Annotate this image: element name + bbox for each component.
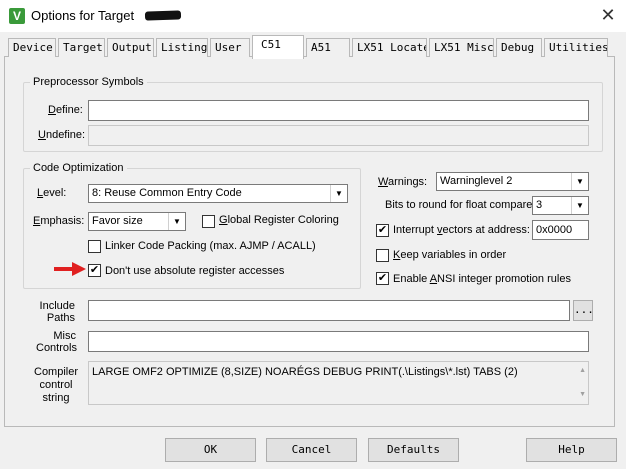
global-register-coloring-checkbox[interactable] bbox=[202, 215, 215, 228]
emphasis-select[interactable]: Favor size ▼ bbox=[88, 212, 186, 231]
scroll-up-icon: ▲ bbox=[579, 367, 586, 374]
chevron-down-icon: ▼ bbox=[571, 173, 588, 190]
compiler-control-string: LARGE OMF2 OPTIMIZE (8,SIZE) NOARÉGS DEB… bbox=[88, 361, 589, 405]
tab-device[interactable]: Device bbox=[8, 38, 56, 57]
redaction-mark bbox=[144, 10, 182, 21]
emphasis-select-value: Favor size bbox=[92, 215, 143, 227]
tab-c51[interactable]: C51 bbox=[252, 35, 304, 59]
undefine-input bbox=[88, 125, 589, 146]
include-paths-input[interactable] bbox=[88, 300, 570, 321]
warnings-select-value: Warninglevel 2 bbox=[440, 175, 513, 187]
title-bar: V Options for Target ✕ bbox=[0, 0, 626, 32]
undefine-label: Undefine: bbox=[38, 129, 86, 141]
tab-lx51-locate[interactable]: LX51 Locate bbox=[352, 38, 427, 57]
keep-variables-checkbox[interactable] bbox=[376, 249, 389, 262]
ansi-promotion-label: Enable ANSI integer promotion rules bbox=[393, 273, 571, 285]
misc-controls-label: Misc Controls bbox=[36, 330, 77, 354]
close-button[interactable]: ✕ bbox=[590, 0, 626, 32]
include-paths-label: Include Paths bbox=[39, 300, 75, 324]
level-select[interactable]: 8: Reuse Common Entry Code ▼ bbox=[88, 184, 348, 203]
define-label: Define: bbox=[48, 104, 83, 116]
defaults-button[interactable]: Defaults bbox=[368, 438, 459, 462]
bits-round-select[interactable]: 3 ▼ bbox=[532, 196, 589, 215]
cancel-button[interactable]: Cancel bbox=[266, 438, 357, 462]
compiler-control-string-text: LARGE OMF2 OPTIMIZE (8,SIZE) NOARÉGS DEB… bbox=[92, 366, 518, 378]
tab-target[interactable]: Target bbox=[58, 38, 105, 57]
interrupt-vectors-label: Interrupt vectors at address: bbox=[393, 224, 530, 236]
emphasis-label: Emphasis: bbox=[33, 215, 85, 227]
warnings-select[interactable]: Warninglevel 2 ▼ bbox=[436, 172, 589, 191]
ansi-promotion-checkbox[interactable]: ✔ bbox=[376, 272, 389, 285]
chevron-down-icon: ▼ bbox=[330, 185, 347, 202]
no-absolute-register-label: Don't use absolute register accesses bbox=[105, 265, 285, 277]
tab-lx51-misc[interactable]: LX51 Misc bbox=[429, 38, 494, 57]
include-paths-browse-button[interactable]: ... bbox=[573, 300, 594, 321]
warnings-label: Warnings: bbox=[378, 176, 428, 188]
interrupt-vectors-checkbox[interactable]: ✔ bbox=[376, 224, 389, 237]
keep-variables-label: Keep variables in order bbox=[393, 249, 507, 261]
define-input[interactable] bbox=[88, 100, 589, 121]
level-select-value: 8: Reuse Common Entry Code bbox=[92, 187, 242, 199]
tab-listing[interactable]: Listing bbox=[156, 38, 208, 57]
linker-code-packing-checkbox[interactable] bbox=[88, 240, 101, 253]
chevron-down-icon: ▼ bbox=[168, 213, 185, 230]
global-register-coloring-label: Global Register Coloring bbox=[219, 214, 339, 226]
tab-output[interactable]: Output bbox=[107, 38, 154, 57]
interrupt-address-input[interactable]: 0x0000 bbox=[532, 220, 589, 240]
misc-controls-input[interactable] bbox=[88, 331, 589, 352]
ok-button[interactable]: OK bbox=[165, 438, 256, 462]
bits-round-label: Bits to round for float compare: bbox=[385, 199, 536, 211]
tab-user[interactable]: User bbox=[210, 38, 250, 57]
bits-round-select-value: 3 bbox=[536, 199, 543, 211]
compiler-control-label: Compiler control string bbox=[34, 366, 79, 404]
code-optimization-title: Code Optimization bbox=[30, 162, 127, 174]
tab-debug[interactable]: Debug bbox=[496, 38, 542, 57]
tab-a51[interactable]: A51 bbox=[306, 38, 350, 57]
scroll-down-icon: ▼ bbox=[579, 391, 586, 398]
level-label: Level: bbox=[37, 187, 67, 199]
window-title: Options for Target bbox=[31, 8, 135, 23]
tab-utilities[interactable]: Utilities bbox=[544, 38, 608, 57]
annotation-arrow-icon bbox=[54, 262, 86, 276]
app-icon: V bbox=[9, 8, 25, 24]
help-button[interactable]: Help bbox=[526, 438, 617, 462]
chevron-down-icon: ▼ bbox=[571, 197, 588, 214]
no-absolute-register-checkbox[interactable]: ✔ bbox=[88, 264, 101, 277]
linker-code-packing-label: Linker Code Packing (max. AJMP / ACALL) bbox=[105, 240, 316, 252]
preprocessor-group-title: Preprocessor Symbols bbox=[30, 76, 147, 88]
